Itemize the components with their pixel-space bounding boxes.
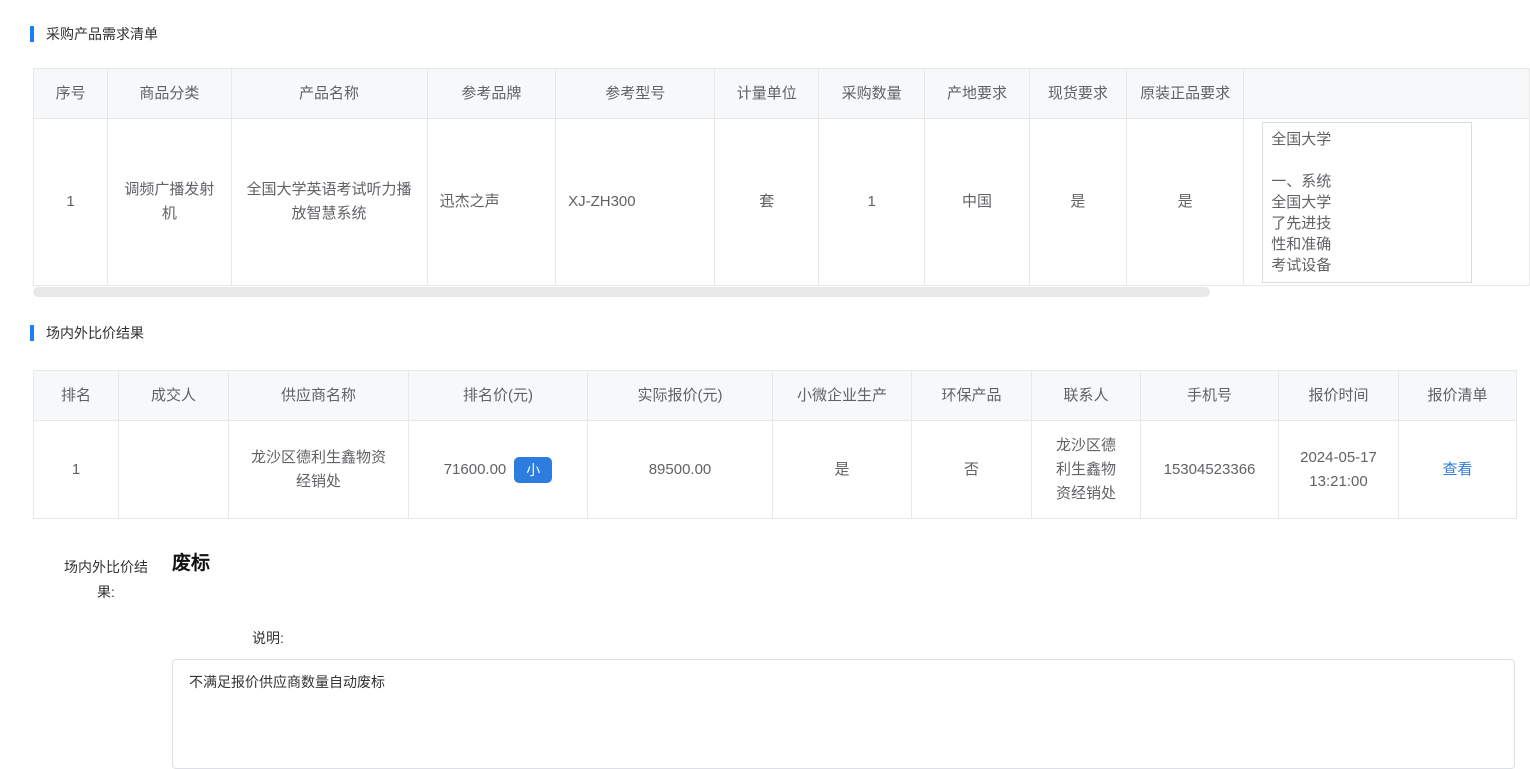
comparison-result-value: 废标 (172, 548, 210, 575)
col-rank: 排名 (34, 371, 119, 421)
cell-genuine: 是 (1127, 119, 1244, 286)
col-rank-price: 排名价(元) (409, 371, 588, 421)
col-small-micro: 小微企业生产 (773, 371, 912, 421)
detail-line: 考试设备 (1271, 255, 1463, 276)
detail-line: 一、系统 (1271, 171, 1463, 192)
product-requirements-table: 序号 商品分类 产品名称 参考品牌 参考型号 计量单位 采购数量 产地要求 现货… (33, 68, 1530, 286)
cell-quote-list: 查看 (1399, 421, 1517, 519)
col-ref-model: 参考型号 (556, 69, 715, 119)
detail-line: 性和准确 (1271, 234, 1463, 255)
cell-phone: 15304523366 (1141, 421, 1279, 519)
col-unit: 计量单位 (715, 69, 819, 119)
cell-ref-brand: 迅杰之声 (427, 119, 555, 286)
col-quantity: 采购数量 (819, 69, 925, 119)
detail-line: 全国大学 (1271, 129, 1463, 150)
product-table-viewport: 序号 商品分类 产品名称 参考品牌 参考型号 计量单位 采购数量 产地要求 现货… (33, 68, 1530, 286)
blue-bar-icon (30, 26, 34, 42)
col-seq: 序号 (34, 69, 108, 119)
detail-line: 全国大学 (1271, 192, 1463, 213)
cell-contact: 龙沙区德利生鑫物资经销处 (1032, 421, 1141, 519)
col-contact: 联系人 (1032, 371, 1141, 421)
note-label: 说明: (252, 628, 284, 648)
price-comparison-table: 排名 成交人 供应商名称 排名价(元) 实际报价(元) 小微企业生产 环保产品 … (33, 370, 1517, 519)
col-quote-list: 报价清单 (1399, 371, 1517, 421)
cell-quote-time: 2024-05-17 13:21:00 (1279, 421, 1399, 519)
blue-bar-icon (30, 325, 34, 341)
col-supplier: 供应商名称 (229, 371, 409, 421)
cell-rank-price: 71600.00 小 (409, 421, 588, 519)
cell-actual-price: 89500.00 (588, 421, 773, 519)
product-detail-textbox[interactable]: 全国大学 一、系统 全国大学 了先进技 性和准确 考试设备 (1262, 122, 1472, 283)
section-title-price-comparison: 场内外比价结果 (30, 324, 144, 342)
col-origin: 产地要求 (925, 69, 1030, 119)
col-phone: 手机号 (1141, 371, 1279, 421)
col-genuine: 原装正品要求 (1127, 69, 1244, 119)
cell-unit: 套 (715, 119, 819, 286)
rank-price-value: 71600.00 (444, 461, 507, 478)
cell-eco-product: 否 (912, 421, 1032, 519)
section-title-procurement-list: 采购产品需求清单 (30, 25, 158, 43)
cell-origin: 中国 (925, 119, 1030, 286)
cell-product-name: 全国大学英语考试听力播放智慧系统 (231, 119, 427, 286)
product-table-row: 1 调频广播发射机 全国大学英语考试听力播放智慧系统 迅杰之声 XJ-ZH300… (34, 119, 1530, 286)
comparison-result-label: 场内外比价结果: (58, 555, 154, 605)
col-winner: 成交人 (119, 371, 229, 421)
view-quote-link[interactable]: 查看 (1442, 461, 1472, 478)
price-table-header-row: 排名 成交人 供应商名称 排名价(元) 实际报价(元) 小微企业生产 环保产品 … (34, 371, 1517, 421)
product-table-header-row: 序号 商品分类 产品名称 参考品牌 参考型号 计量单位 采购数量 产地要求 现货… (34, 69, 1530, 119)
detail-line (1271, 150, 1463, 171)
col-stock: 现货要求 (1029, 69, 1126, 119)
detail-line: 了先进技 (1271, 213, 1463, 234)
col-actual-price: 实际报价(元) (588, 371, 773, 421)
price-table-row: 1 龙沙区德利生鑫物资经销处 71600.00 小 89500.00 是 否 龙沙… (34, 421, 1517, 519)
col-extra (1244, 69, 1530, 119)
section-title-text: 场内外比价结果 (46, 323, 144, 343)
cell-description: 全国大学 一、系统 全国大学 了先进技 性和准确 考试设备 (1244, 119, 1530, 286)
horizontal-scrollbar-thumb[interactable] (33, 287, 1210, 297)
cell-winner (119, 421, 229, 519)
col-eco-product: 环保产品 (912, 371, 1032, 421)
cell-seq: 1 (34, 119, 108, 286)
col-ref-brand: 参考品牌 (427, 69, 555, 119)
cell-quantity: 1 (819, 119, 925, 286)
cell-stock: 是 (1029, 119, 1126, 286)
small-enterprise-badge: 小 (514, 457, 552, 483)
section-title-text: 采购产品需求清单 (46, 24, 158, 44)
cell-category: 调频广播发射机 (108, 119, 231, 286)
note-textarea[interactable]: 不满足报价供应商数量自动废标 (172, 659, 1515, 769)
cell-supplier: 龙沙区德利生鑫物资经销处 (229, 421, 409, 519)
cell-ref-model: XJ-ZH300 (556, 119, 715, 286)
col-quote-time: 报价时间 (1279, 371, 1399, 421)
col-product-name: 产品名称 (231, 69, 427, 119)
cell-rank: 1 (34, 421, 119, 519)
cell-small-micro: 是 (773, 421, 912, 519)
col-category: 商品分类 (108, 69, 231, 119)
